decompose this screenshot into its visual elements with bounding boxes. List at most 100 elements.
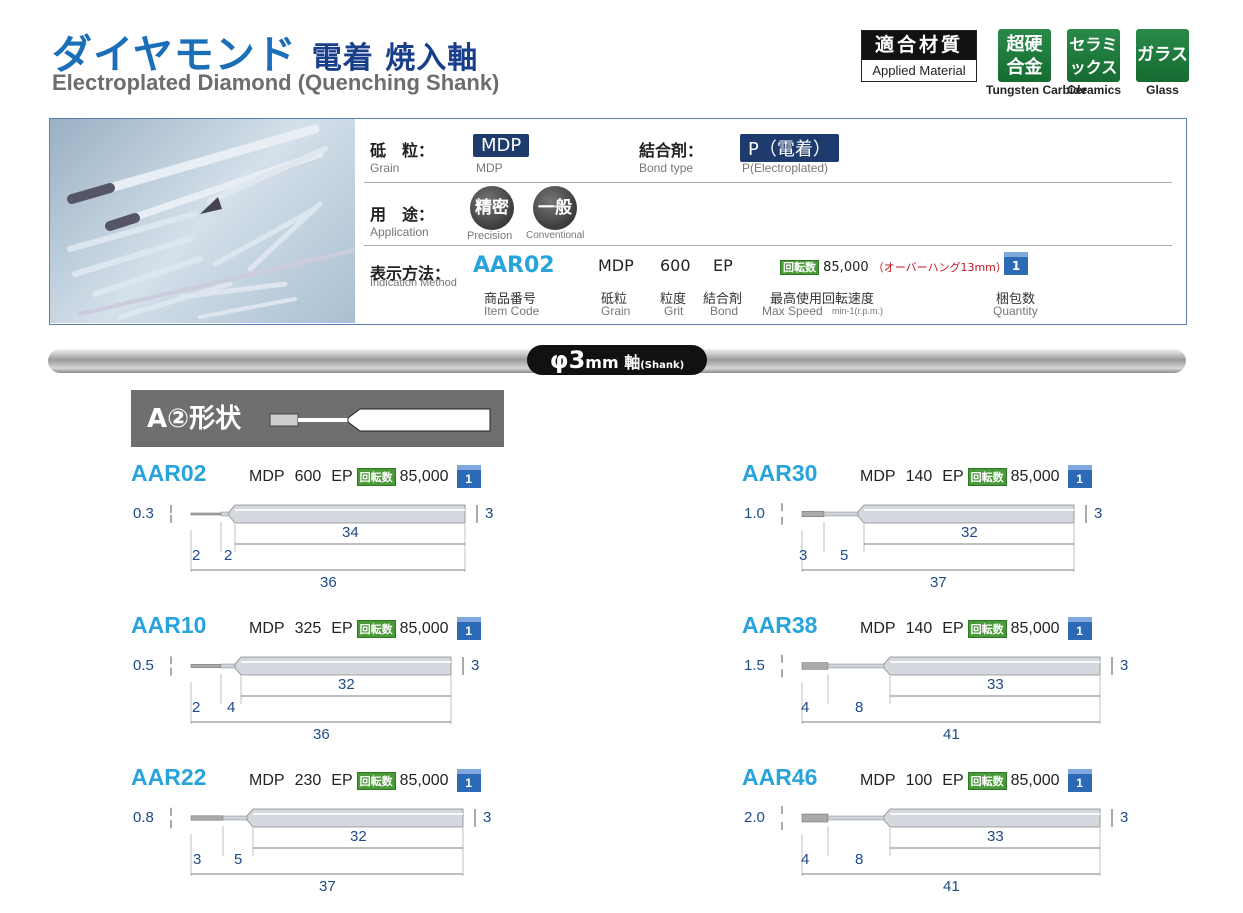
divider [364,182,1172,183]
tool-shank [246,808,464,828]
product-grain: MDP [860,771,896,789]
box-icon: 1 [456,769,481,792]
product-grit: 325 [294,619,322,637]
material-ceramics: セラミックス [1067,29,1120,82]
precision-badge: 精密 [470,186,514,230]
rpm-tag: 回転数 [356,619,396,638]
product-speed: 85,000 [399,619,449,637]
product-photo [50,119,362,323]
applied-material-en: Applied Material [872,63,966,78]
dim-b: 4 [227,699,236,716]
dim-total: 36 [320,574,337,591]
box-icon: 1 [1067,769,1092,792]
product-grit: 230 [294,771,322,789]
tool-shank [857,504,1075,524]
indication-speed-unit: min-1(r.p.m.) [832,306,884,316]
product-bond: EP [331,467,353,485]
dim-total: 37 [319,878,336,895]
product-grain: MDP [860,467,896,485]
dim-tip-diameter: 0.3 [133,505,154,522]
product-speed: 85,000 [399,771,449,789]
dim-c: 33 [987,676,1004,693]
tool-neck [827,815,891,821]
product-speed: 85,000 [1010,771,1060,789]
material-glass-label: Glass [1146,83,1179,97]
material-carbide-tile: 超硬合金 [998,29,1051,82]
box-icon: 1 [1067,617,1092,640]
dim-a: 4 [801,851,810,868]
dim-a: 2 [192,699,201,716]
product-block: AAR02 MDP 600 EP 回転数 85,000 1 0.3 3 2 2 … [131,460,511,600]
indication-overhang: （オーバーハング13mm） [872,261,1007,274]
tool-shank [883,808,1101,828]
shape-diagram-icon [269,408,491,432]
tool-neck [827,663,891,669]
dim-a: 2 [192,547,201,564]
material-carbide-label: Tungsten Carbide [986,83,1088,97]
product-speed: 85,000 [399,467,449,485]
shank-jp: 軸 [624,353,641,372]
indication-bond-en: Bond [710,304,739,318]
dim-a: 3 [193,851,202,868]
material-carbide: 超硬合金 [998,29,1051,82]
dim-b: 5 [234,851,243,868]
dim-shank-diameter: 3 [483,809,492,826]
rpm-tag: 回転数 [356,771,396,790]
product-grain: MDP [249,619,285,637]
product-grain: MDP [860,619,896,637]
product-spec: MDP 140 EP 回転数 85,000 1 [860,465,1092,488]
tool-tip [190,815,224,821]
grain-label: 砥 粒： [370,141,435,160]
product-code: AAR02 [131,460,207,486]
grain-label-en: Grain [370,161,400,175]
product-grit: 100 [905,771,933,789]
product-bond: EP [331,619,353,637]
product-spec: MDP 230 EP 回転数 85,000 1 [249,769,481,792]
box-icon: 1 [1004,252,1028,275]
product-grain: MDP [249,467,285,485]
indication-speed: 85,000 [823,260,869,275]
product-bond: EP [942,771,964,789]
indication-label-en: Indication Method [370,277,457,289]
product-spec: MDP 325 EP 回転数 85,000 1 [249,617,481,640]
product-block: AAR46 MDP 100 EP 回転数 85,000 1 2.0 3 4 8 … [742,764,1128,904]
dim-a: 3 [799,547,808,564]
dim-tip-diameter: 0.8 [133,809,154,826]
dim-tip-diameter: 1.5 [744,657,765,674]
tool-tip [190,664,222,668]
dim-total: 37 [930,574,947,591]
product-code: AAR10 [131,612,207,638]
box-icon: 1 [1067,465,1092,488]
dim-c: 32 [338,676,355,693]
shank-size-label: φ3mm 軸(Shank) [527,345,707,375]
dim-total: 41 [943,878,960,895]
dim-c: 32 [350,828,367,845]
box-icon: 1 [456,465,481,488]
grain-value-en: MDP [476,161,503,175]
conventional-label-en: Conventional [526,230,585,241]
conventional-badge: 一般 [533,186,577,230]
application-label-en: Application [370,225,429,239]
bond-value-en: P(Electroplated) [742,161,829,175]
product-speed: 85,000 [1010,467,1060,485]
product-code: AAR22 [131,764,207,790]
product-code: AAR46 [742,764,818,790]
product-code: AAR38 [742,612,818,638]
dim-b: 2 [224,547,233,564]
indication-grit: 600 [660,256,691,275]
dim-b: 8 [855,699,864,716]
rpm-tag: 回転数 [780,260,819,275]
tool-tip [801,510,825,518]
applied-material-jp: 適合材質 [862,31,976,60]
dim-shank-diameter: 3 [485,505,494,522]
dim-shank-diameter: 3 [1094,505,1103,522]
shape-label: A②形状 [147,404,242,434]
product-block: AAR22 MDP 230 EP 回転数 85,000 1 0.8 3 3 5 … [131,764,511,904]
dim-c: 32 [961,524,978,541]
page-title-en: Electroplated Diamond (Quenching Shank) [52,70,500,95]
material-ceramics-label: Ceramics [1066,83,1122,97]
product-code: AAR30 [742,460,818,486]
dim-tip-diameter: 2.0 [744,809,765,826]
dim-tip-diameter: 0.5 [133,657,154,674]
dim-b: 8 [855,851,864,868]
